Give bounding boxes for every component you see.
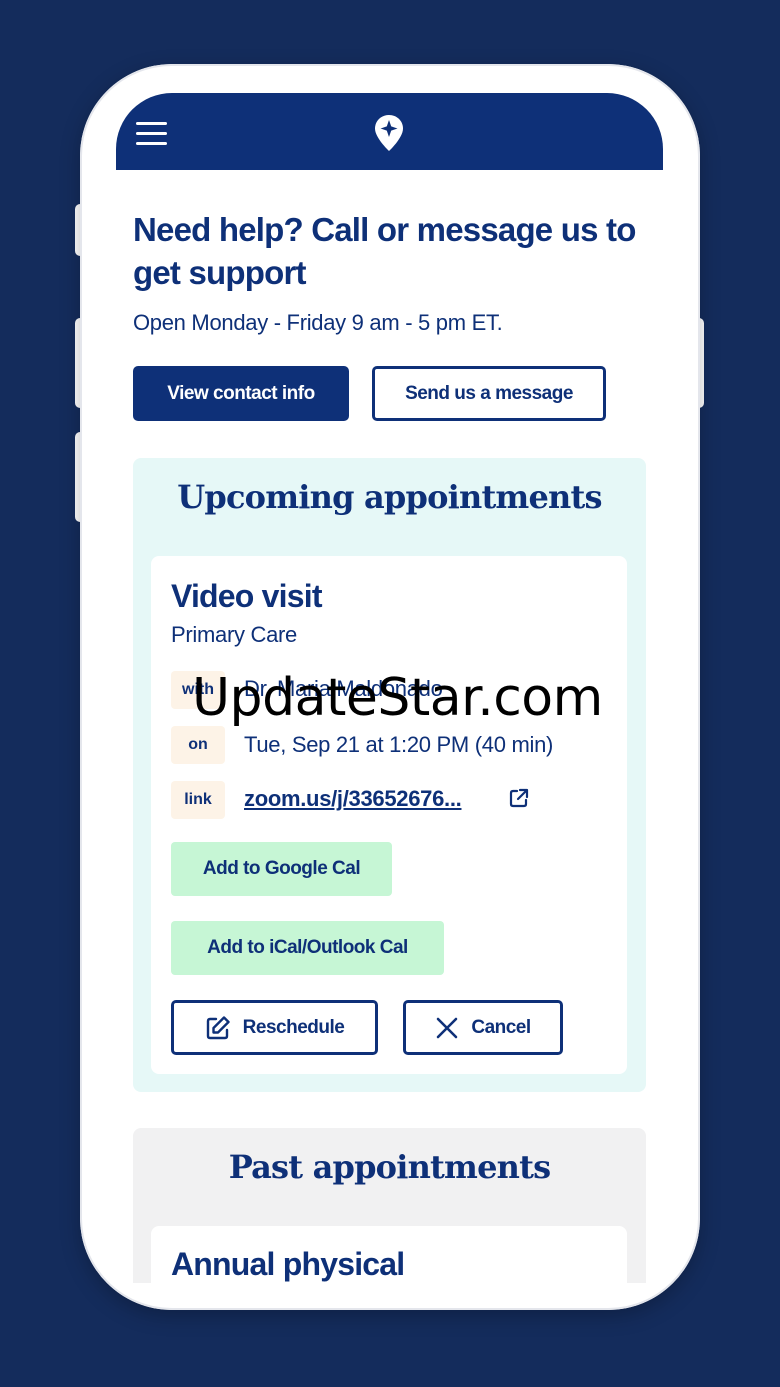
cancel-label: Cancel bbox=[471, 1016, 531, 1038]
upcoming-appointments-section: Upcoming appointments Video visit Primar… bbox=[133, 458, 646, 1092]
link-tag: link bbox=[171, 781, 225, 819]
appointment-datetime: Tue, Sep 21 at 1:20 PM (40 min) bbox=[244, 732, 554, 757]
cancel-button[interactable]: Cancel bbox=[403, 1000, 563, 1055]
add-to-google-cal-button[interactable]: Add to Google Cal bbox=[171, 842, 392, 896]
support-heading: Need help? Call or message us to get sup… bbox=[133, 211, 636, 291]
appointment-card: Video visit Primary Care with Dr. Maria … bbox=[151, 556, 627, 1074]
past-appointments-heading: Past appointments bbox=[228, 1148, 551, 1186]
zoom-link[interactable]: zoom.us/j/33652676... bbox=[244, 786, 462, 812]
edit-icon bbox=[206, 1015, 230, 1039]
on-tag: on bbox=[171, 726, 225, 764]
past-appointments-section: Past appointments Annual physical bbox=[133, 1128, 646, 1283]
watermark-text: UpdateStar.com bbox=[192, 668, 603, 728]
reschedule-label: Reschedule bbox=[242, 1016, 345, 1038]
appointment-title: Video visit bbox=[171, 578, 322, 614]
hamburger-icon[interactable] bbox=[136, 122, 168, 146]
add-to-ical-outlook-button[interactable]: Add to iCal/Outlook Cal bbox=[171, 921, 444, 975]
reschedule-button[interactable]: Reschedule bbox=[171, 1000, 378, 1055]
appointment-specialty: Primary Care bbox=[171, 622, 297, 647]
close-icon bbox=[437, 1017, 458, 1038]
external-link-icon[interactable] bbox=[508, 787, 530, 809]
top-navigation-bar bbox=[116, 93, 663, 170]
past-appointment-card[interactable]: Annual physical bbox=[151, 1226, 627, 1283]
location-star-logo-icon[interactable] bbox=[374, 114, 404, 152]
view-contact-info-button[interactable]: View contact info bbox=[133, 366, 349, 421]
upcoming-appointments-heading: Upcoming appointments bbox=[177, 478, 602, 516]
send-message-button[interactable]: Send us a message bbox=[372, 366, 606, 421]
support-hours: Open Monday - Friday 9 am - 5 pm ET. bbox=[133, 310, 503, 335]
past-appointment-title: Annual physical bbox=[171, 1246, 405, 1282]
